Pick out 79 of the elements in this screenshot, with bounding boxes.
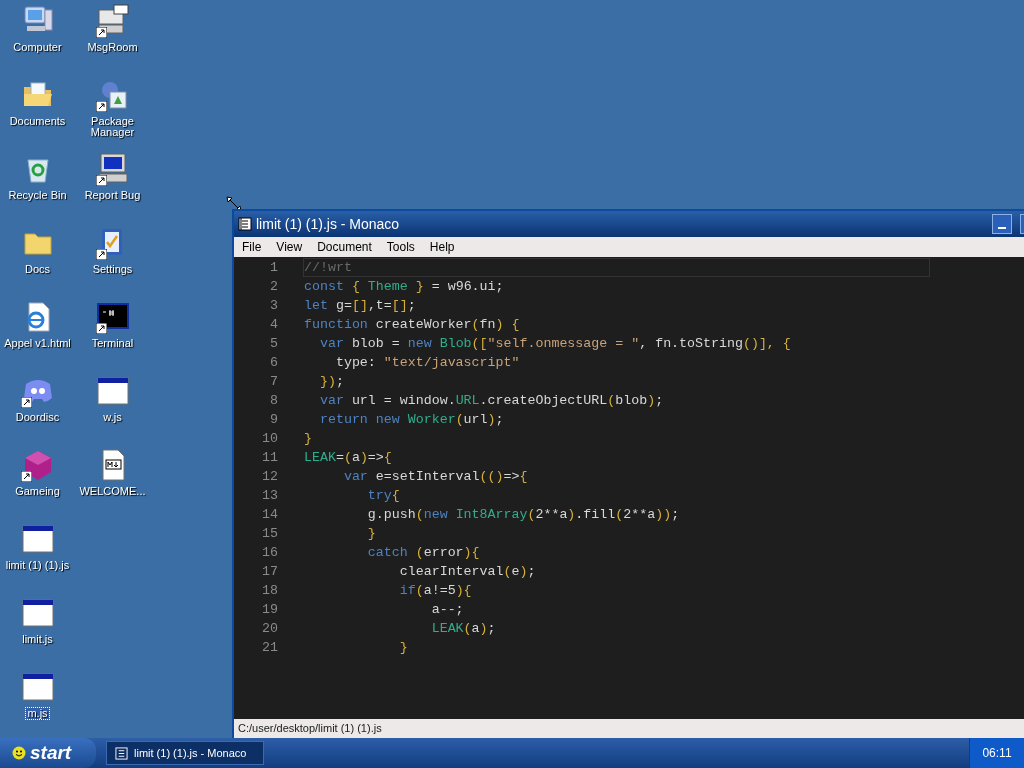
minimize-icon — [998, 227, 1006, 229]
line-number: 18 — [261, 581, 278, 600]
desktop-icon-label[interactable]: Documents — [8, 116, 67, 127]
code-line: catch (error){ — [366, 543, 480, 562]
line-number: 1 — [269, 258, 278, 277]
notepad-icon — [238, 217, 252, 231]
clock: 06:11 — [982, 745, 1012, 762]
window-icon — [20, 522, 55, 556]
desktop-icon-label[interactable]: MsgRoom — [86, 42, 139, 53]
code-line: function createWorker(fn) { — [304, 315, 520, 334]
desktop-icon-label[interactable]: m.js — [26, 708, 49, 719]
smiley-icon — [12, 746, 26, 760]
code-line: try{ — [366, 486, 400, 505]
menu-item[interactable]: Document — [317, 238, 372, 256]
line-number: 14 — [261, 505, 278, 524]
window-title: limit (1) (1).js - Monaco — [256, 214, 400, 234]
code-line: type: "text/javascript" — [334, 353, 520, 372]
notepad-icon — [115, 746, 128, 760]
desktop-icon-label[interactable]: Package Manager — [75, 116, 150, 138]
menu-item[interactable]: File — [242, 238, 262, 256]
line-number: 17 — [261, 562, 278, 581]
code-line: } — [366, 524, 376, 543]
desktop-icon-label[interactable]: Docs — [23, 264, 52, 275]
monitor-icon — [95, 152, 130, 186]
code-line: if(a!=5){ — [398, 581, 472, 600]
code-line: LEAK(a); — [430, 619, 496, 638]
line-number: 8 — [269, 391, 278, 410]
desktop-icon-label[interactable]: Settings — [91, 264, 134, 275]
code-line: var e=setInterval(()=>{ — [342, 467, 528, 486]
desktop-icon-label[interactable]: Doordisc — [14, 412, 61, 423]
line-number: 10 — [261, 429, 278, 448]
code-line: //!wrt — [304, 258, 352, 277]
menu-item[interactable]: View — [276, 238, 303, 256]
code-line: g.push(new Int8Array(2**a).fill(2**a)); — [366, 505, 680, 524]
line-number: 6 — [269, 353, 278, 372]
taskbar-button[interactable]: limit (1) (1).js - Monaco — [106, 741, 264, 765]
line-number: 12 — [261, 467, 278, 486]
desktop-icon-label[interactable]: Terminal — [90, 338, 135, 349]
minimize-button[interactable] — [992, 214, 1012, 234]
code-line: LEAK=(a)=>{ — [304, 448, 392, 467]
code-line: } — [398, 638, 408, 657]
desktop-icon-label[interactable]: Gameing — [14, 486, 61, 497]
desktop-icon-label[interactable]: limit (1) (1).js — [4, 560, 71, 571]
code-line: var url = window.URL.createObjectURL(blob); — [318, 391, 664, 410]
desktop-icon-label[interactable]: Computer — [12, 42, 63, 53]
code-line: return new Worker(url); — [318, 410, 504, 429]
line-number: 4 — [269, 315, 278, 334]
line-number: 2 — [269, 277, 278, 296]
code-line: }); — [318, 372, 344, 391]
start-button[interactable]: start — [0, 738, 96, 768]
menu-item[interactable]: Help — [429, 238, 455, 256]
code-line: const { Theme } = w96.ui; — [304, 277, 504, 296]
window-icon — [20, 596, 55, 630]
line-number: 13 — [261, 486, 278, 505]
desktop-icon-label[interactable]: w.js — [102, 412, 123, 423]
code-line: } — [304, 429, 312, 448]
line-number: 16 — [261, 543, 278, 562]
desktop-icon-label[interactable]: Recycle Bin — [7, 190, 68, 201]
line-number: 3 — [269, 296, 278, 315]
code-line: clearInterval(e); — [398, 562, 536, 581]
line-number: 7 — [269, 372, 278, 391]
desktop-icon-label[interactable]: Report Bug — [83, 190, 142, 201]
desktop-icon-label[interactable]: WELCOME... — [78, 486, 147, 497]
desktop-icon-label[interactable]: limit.js — [21, 634, 54, 645]
code-line: a--; — [430, 600, 464, 619]
code-line: var blob = new Blob(["self.onmessage = ", fn.toString()], { — [318, 334, 791, 353]
window-icon — [20, 670, 55, 704]
line-number: 9 — [269, 410, 278, 429]
line-number: 11 — [261, 448, 278, 467]
menu-item[interactable]: Tools — [386, 238, 415, 256]
code-line: let g=[],t=[]; — [304, 296, 416, 315]
line-number: 19 — [261, 600, 278, 619]
line-number: 21 — [261, 638, 278, 657]
line-number: 15 — [261, 524, 278, 543]
desktop-icon-label[interactable]: Appel v1.html — [3, 338, 72, 349]
line-number: 20 — [261, 619, 278, 638]
line-number: 5 — [269, 334, 278, 353]
status-bar-path: C:/user/desktop/limit (1) (1).js — [238, 721, 382, 737]
window-icon — [95, 374, 130, 408]
